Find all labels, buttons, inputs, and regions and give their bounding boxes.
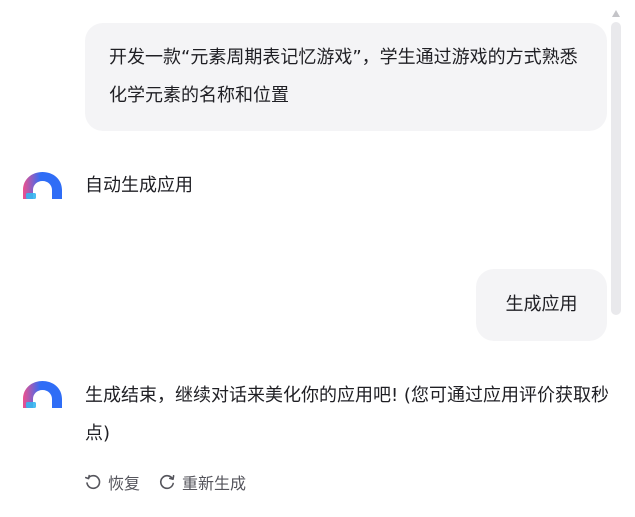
regenerate-label: 重新生成: [182, 474, 247, 493]
scrollbar-thumb[interactable]: [611, 22, 621, 315]
bot-message-text: 生成结束，继续对话来美化你的应用吧! (您可通过应用评价获取秒点): [85, 385, 609, 444]
user-message-text: 开发一款“元素周期表记忆游戏”，学生通过游戏的方式熟悉化学元素的名称和位置: [109, 47, 578, 106]
message-actions: 恢复 重新生成: [84, 470, 246, 494]
undo-icon: [85, 474, 101, 490]
restore-label: 恢复: [108, 474, 141, 493]
scroll-up-arrow-icon[interactable]: [612, 10, 620, 17]
user-message-bubble: 开发一款“元素周期表记忆游戏”，学生通过游戏的方式熟悉化学元素的名称和位置: [85, 23, 607, 131]
scrollbar[interactable]: [610, 10, 622, 315]
restore-button[interactable]: 恢复: [84, 470, 140, 494]
bot-message-text: 自动生成应用: [85, 175, 193, 196]
user-message-bubble: 生成应用: [476, 269, 607, 341]
chat-panel: 开发一款“元素周期表记忆游戏”，学生通过游戏的方式熟悉化学元素的名称和位置 自动…: [0, 0, 635, 517]
bot-avatar-icon: [23, 381, 62, 408]
refresh-icon: [160, 474, 175, 490]
bot-avatar-icon: [23, 172, 62, 199]
regenerate-button[interactable]: 重新生成: [158, 470, 246, 494]
user-message-text: 生成应用: [505, 294, 578, 315]
